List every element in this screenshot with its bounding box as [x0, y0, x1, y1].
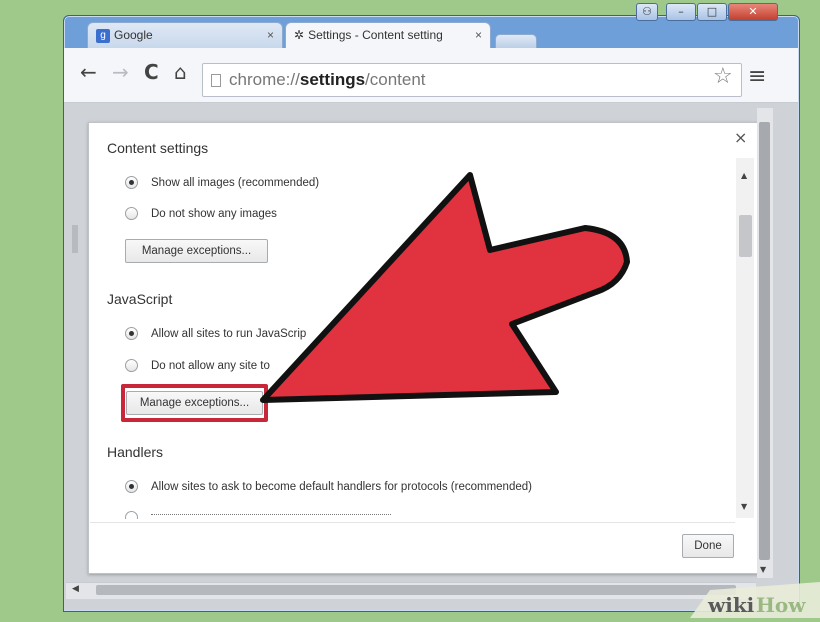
wikihow-watermark: wiki How: [690, 578, 820, 618]
svg-text:How: How: [756, 593, 806, 617]
svg-text:wiki: wiki: [707, 593, 755, 617]
red-arrow-icon: [260, 172, 630, 403]
watermark-logo-icon: wiki How: [690, 582, 820, 618]
red-arrow-overlay: [260, 172, 630, 403]
